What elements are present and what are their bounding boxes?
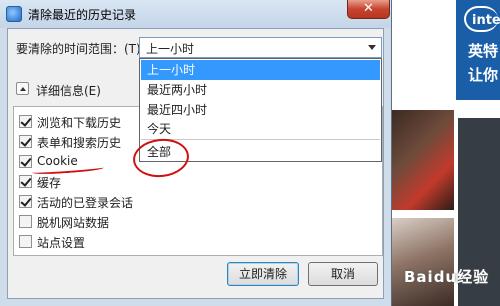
option-offline-website-data[interactable]: 脱机网站数据	[19, 213, 269, 231]
background-photo[interactable]	[392, 218, 454, 306]
checkbox[interactable]	[19, 175, 32, 188]
option-cache[interactable]: 缓存	[19, 173, 269, 191]
chevron-up-icon	[20, 87, 26, 91]
time-range-selected-value: 上一小时	[146, 42, 195, 56]
clear-history-dialog: 清除最近的历史记录 ✕ 要清除的时间范围：(T) 上一小时 上一小时 最近两小时…	[0, 0, 392, 306]
option-label: 缓存	[37, 176, 62, 190]
option-label: 活动的已登录会话	[37, 196, 134, 210]
firefox-icon	[6, 6, 22, 22]
close-button[interactable]: ✕	[347, 0, 390, 19]
checkbox[interactable]	[19, 135, 32, 148]
intel-logo: intel	[464, 6, 500, 32]
checkbox[interactable]	[19, 215, 32, 228]
time-range-select[interactable]: 上一小时	[139, 37, 382, 58]
checkbox[interactable]	[19, 235, 32, 248]
option-label: 浏览和下载历史	[37, 116, 122, 130]
time-range-label: 要清除的时间范围：(T)	[16, 42, 141, 56]
option-active-logins[interactable]: 活动的已登录会话	[19, 193, 269, 211]
checkbox[interactable]	[19, 195, 32, 208]
clear-now-button[interactable]: 立即清除	[227, 262, 299, 286]
dropdown-option-today[interactable]: 今天	[141, 119, 380, 139]
option-label: 站点设置	[37, 236, 86, 250]
option-site-preferences[interactable]: 站点设置	[19, 233, 269, 251]
title-bar[interactable]: 清除最近的历史记录 ✕	[0, 0, 391, 28]
baidu-watermark: Baidu经验	[404, 268, 490, 286]
dropdown-option-four-hours[interactable]: 最近四小时	[141, 100, 380, 120]
details-toggle-button[interactable]	[16, 82, 29, 95]
details-label[interactable]: 详细信息(E)	[36, 82, 101, 99]
ad-text-line2: 让你	[468, 66, 499, 84]
option-label: 表单和搜索历史	[37, 136, 122, 150]
checkbox[interactable]	[19, 115, 32, 128]
cancel-button[interactable]: 取消	[308, 262, 378, 286]
dialog-title: 清除最近的历史记录	[28, 8, 137, 22]
dropdown-option-last-hour[interactable]: 上一小时	[141, 60, 380, 80]
option-label: 脱机网站数据	[37, 216, 110, 230]
checkbox[interactable]	[19, 155, 32, 168]
ad-text-line1: 英特	[468, 42, 499, 60]
chevron-down-icon	[368, 45, 376, 50]
background-photo[interactable]	[392, 110, 454, 210]
dropdown-option-two-hours[interactable]: 最近两小时	[141, 80, 380, 100]
dropdown-divider	[141, 139, 380, 140]
